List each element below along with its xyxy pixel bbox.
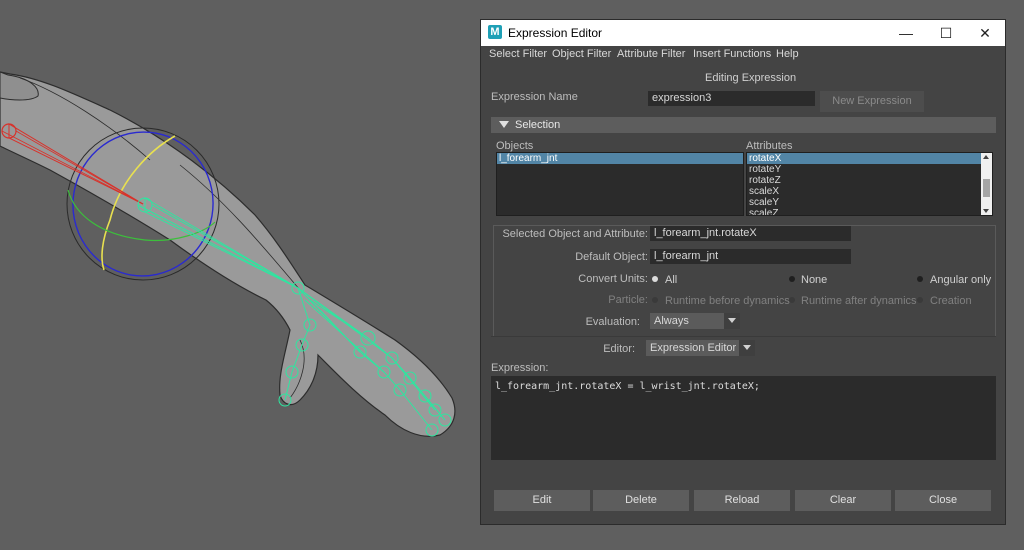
arm-mesh — [0, 71, 456, 437]
default-object-label: Default Object: — [575, 251, 648, 263]
scroll-down-icon[interactable] — [983, 209, 989, 213]
default-object-field[interactable]: l_forearm_jnt — [650, 249, 851, 264]
objects-list-item[interactable]: l_forearm_jnt — [497, 153, 743, 164]
delete-button[interactable]: Delete — [593, 490, 689, 511]
attributes-list[interactable]: rotateX rotateY rotateZ scaleX scaleY sc… — [746, 152, 993, 216]
edit-button[interactable]: Edit — [494, 490, 590, 511]
objects-list[interactable]: l_forearm_jnt — [496, 152, 744, 216]
close-button[interactable]: Close — [895, 490, 991, 511]
new-expression-button[interactable]: New Expression — [820, 91, 924, 112]
expression-editor-window[interactable]: M Expression Editor — ☐ ✕ Select Filter … — [480, 19, 1006, 525]
menu-object-filter[interactable]: Object Filter — [552, 48, 611, 60]
evaluation-dropdown[interactable]: Always — [650, 313, 740, 329]
menu-bar: Select Filter Object Filter Attribute Fi… — [481, 46, 1005, 64]
chevron-down-icon[interactable] — [739, 340, 755, 356]
menu-select-filter[interactable]: Select Filter — [489, 48, 547, 60]
selection-section-title: Selection — [515, 119, 561, 131]
convert-units-all-radio[interactable] — [652, 276, 658, 282]
editor-dropdown[interactable]: Expression Editor — [646, 340, 755, 356]
attributes-list-item[interactable]: scaleY — [747, 197, 992, 208]
scroll-up-icon[interactable] — [983, 155, 989, 159]
reload-button[interactable]: Reload — [694, 490, 790, 511]
attributes-list-item[interactable]: rotateZ — [747, 175, 992, 186]
attributes-list-item[interactable]: rotateY — [747, 164, 992, 175]
attributes-list-item[interactable]: scaleZ — [747, 208, 992, 215]
editor-label: Editor: — [603, 343, 635, 355]
attributes-list-item[interactable]: scaleX — [747, 186, 992, 197]
attributes-list-item[interactable]: rotateX — [747, 153, 981, 164]
objects-label: Objects — [496, 140, 534, 152]
convert-units-none-radio[interactable] — [789, 276, 795, 282]
particle-before-radio — [652, 297, 658, 303]
selected-object-attribute-field[interactable]: l_forearm_jnt.rotateX — [650, 226, 851, 241]
collapse-triangle-icon — [499, 121, 509, 128]
maximize-icon[interactable]: ☐ — [926, 20, 966, 46]
particle-label: Particle: — [608, 294, 648, 306]
convert-units-all-label[interactable]: All — [665, 274, 677, 286]
menu-help[interactable]: Help — [776, 48, 799, 60]
particle-creation-radio — [917, 297, 923, 303]
scroll-thumb[interactable] — [983, 179, 990, 197]
menu-insert-functions[interactable]: Insert Functions — [693, 48, 771, 60]
menu-attribute-filter[interactable]: Attribute Filter — [617, 48, 685, 60]
expression-label: Expression: — [491, 362, 549, 374]
convert-units-angular-label[interactable]: Angular only — [930, 274, 991, 286]
section-separator — [491, 336, 996, 337]
expression-name-label: Expression Name — [491, 91, 578, 103]
clear-button[interactable]: Clear — [795, 490, 891, 511]
expression-name-field[interactable]: expression3 — [648, 91, 815, 106]
particle-after-radio — [789, 297, 795, 303]
chevron-down-icon[interactable] — [724, 313, 740, 329]
selection-section-header[interactable]: Selection — [491, 117, 996, 133]
editor-value: Expression Editor — [650, 342, 737, 354]
minimize-icon[interactable]: — — [886, 20, 926, 46]
title-bar[interactable]: M Expression Editor — ☐ ✕ — [481, 20, 1005, 46]
convert-units-angular-radio[interactable] — [917, 276, 923, 282]
selected-object-attribute-label: Selected Object and Attribute: — [502, 228, 648, 240]
convert-units-none-label[interactable]: None — [801, 274, 827, 286]
evaluation-value: Always — [654, 315, 689, 327]
evaluation-label: Evaluation: — [585, 316, 640, 328]
particle-before-label: Runtime before dynamics — [665, 295, 790, 307]
mode-header: Editing Expression — [705, 72, 797, 84]
attributes-label: Attributes — [746, 140, 793, 152]
expression-text-area[interactable]: l_forearm_jnt.rotateX = l_wrist_jnt.rota… — [491, 376, 996, 460]
convert-units-label: Convert Units: — [578, 273, 648, 285]
close-icon[interactable]: ✕ — [965, 20, 1005, 46]
particle-creation-label: Creation — [930, 295, 972, 307]
attributes-scrollbar[interactable] — [981, 153, 992, 215]
window-title: Expression Editor — [508, 26, 603, 40]
maya-app-icon: M — [488, 25, 502, 39]
particle-after-label: Runtime after dynamics — [801, 295, 917, 307]
